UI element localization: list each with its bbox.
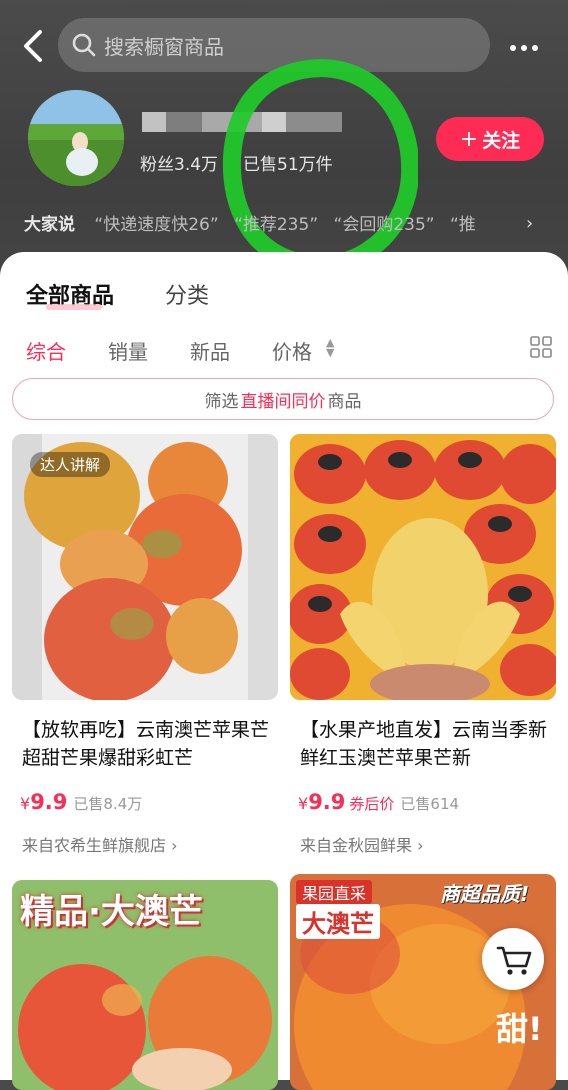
- plus-icon: +: [459, 126, 479, 152]
- sort-new[interactable]: 新品: [190, 336, 230, 365]
- orchard-direct-badge: 果园直采: [296, 880, 373, 904]
- review-tag[interactable]: “推荐235”: [234, 215, 318, 235]
- review-tag[interactable]: “快递速度快26”: [94, 215, 218, 235]
- tab-category[interactable]: 分类: [165, 278, 209, 310]
- fans-count: 粉丝3.4万: [140, 155, 219, 175]
- supermarket-quality-text: 商超品质!: [440, 882, 530, 906]
- green-annotation-circle: [222, 59, 418, 275]
- avatar[interactable]: [28, 90, 124, 186]
- product-price-line: ¥9.9 券后价 已售614: [298, 790, 459, 814]
- product-banner-text: 精品·大澳芒: [20, 892, 203, 932]
- filter-prefix: 筛选: [204, 391, 239, 412]
- expert-explain-badge: 达人讲解: [30, 452, 111, 477]
- product-shop-link[interactable]: 来自农希生鲜旗舰店 ›: [22, 832, 178, 856]
- review-tag[interactable]: “推: [450, 215, 476, 235]
- sort-comprehensive[interactable]: 综合: [26, 336, 66, 365]
- search-icon: [72, 33, 96, 57]
- price-value: 9.9: [308, 790, 346, 814]
- product-sold: 已售8.4万: [73, 795, 143, 813]
- filter-suffix: 商品: [327, 391, 362, 412]
- coupon-price-label: 券后价: [349, 795, 395, 813]
- avatar-image: [28, 90, 124, 186]
- back-arrow-icon: [24, 30, 42, 62]
- sort-sales[interactable]: 销量: [108, 336, 148, 365]
- product-image: 达人讲解: [12, 434, 278, 700]
- chevron-right-icon[interactable]: ›: [526, 213, 533, 234]
- review-tags-lead: 大家说: [24, 215, 75, 235]
- sort-arrows-icon: ▲ ▼: [326, 336, 335, 359]
- follow-label: 关注: [482, 129, 521, 152]
- price-currency: ¥: [20, 794, 31, 813]
- more-options-icon[interactable]: [510, 36, 550, 56]
- product-price-line: ¥9.9 已售8.4万: [20, 790, 142, 814]
- live-price-filter[interactable]: 筛选 直播间同价 商品: [12, 378, 554, 420]
- cart-icon: [496, 946, 532, 975]
- back-button[interactable]: [18, 26, 54, 66]
- product-title: 【放软再吃】云南澳芒苹果芒超甜芒果爆甜彩虹芒: [22, 719, 270, 769]
- mango-gift-box-image: [290, 434, 556, 700]
- price-currency: ¥: [298, 794, 309, 813]
- product-card[interactable]: 精品·大澳芒: [12, 880, 278, 1090]
- sort-price[interactable]: 价格: [272, 336, 312, 365]
- grid-view-icon[interactable]: [530, 336, 552, 358]
- tab-active-indicator: [46, 304, 102, 310]
- product-image: [290, 434, 556, 700]
- follow-button[interactable]: + 关注: [436, 117, 544, 161]
- review-tags-row[interactable]: 大家说 “快递速度快26” “推荐235” “会回购235” “推: [24, 210, 544, 238]
- sort-bar: 综合 销量 新品 价格 ▲ ▼: [0, 336, 568, 372]
- search-placeholder: 搜索橱窗商品: [104, 35, 224, 59]
- product-card[interactable]: 【水果产地直发】云南当季新鲜红玉澳芒苹果芒新 ¥9.9 券后价 已售614 来自金秋…: [290, 434, 556, 864]
- product-card[interactable]: 达人讲解 【放软再吃】云南澳芒苹果芒超甜芒果爆甜彩虹芒 ¥9.9 已售8.4万 来…: [12, 434, 278, 864]
- sweet-text: 甜!: [496, 1010, 543, 1048]
- product-banner-text: 大澳芒: [296, 904, 380, 939]
- product-shop-link[interactable]: 来自金秋园鲜果 ›: [300, 832, 424, 856]
- price-value: 9.9: [30, 790, 68, 814]
- product-title: 【水果产地直发】云南当季新鲜红玉澳芒苹果芒新: [300, 719, 548, 769]
- product-sold: 已售614: [400, 795, 460, 813]
- shopping-cart-button[interactable]: [482, 928, 544, 990]
- filter-highlight: 直播间同价: [240, 391, 326, 412]
- product-image: 精品·大澳芒: [12, 880, 278, 1090]
- review-tag[interactable]: “会回购235”: [334, 215, 435, 235]
